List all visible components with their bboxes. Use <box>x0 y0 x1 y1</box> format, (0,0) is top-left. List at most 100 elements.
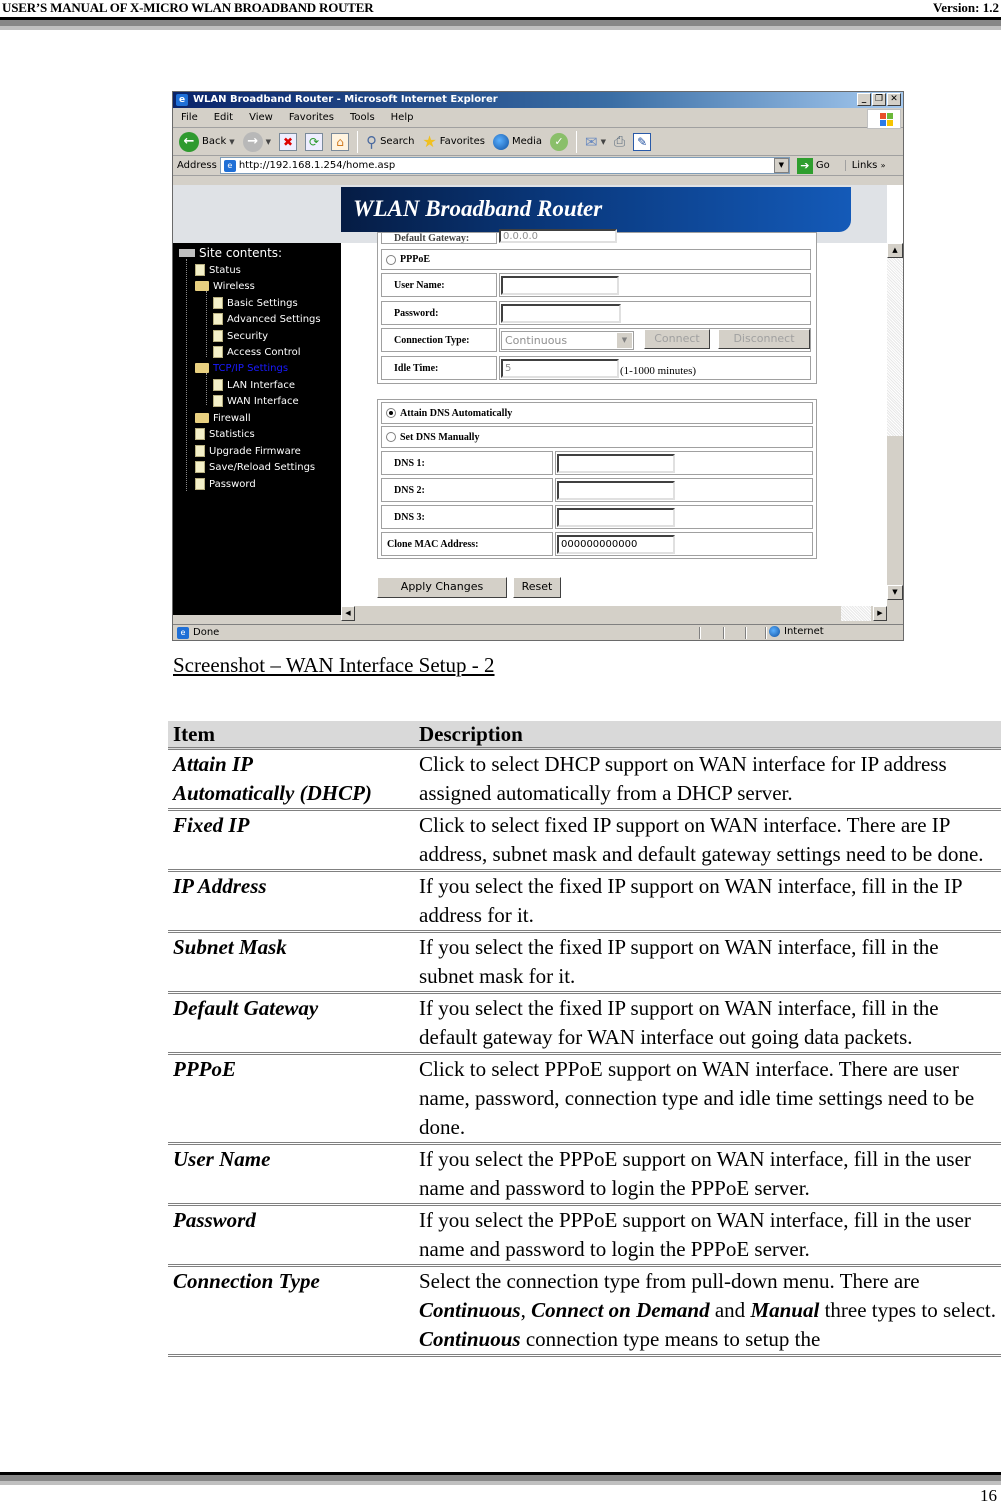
media-button[interactable]: Media <box>491 133 544 150</box>
default-gateway-input[interactable]: 0.0.0.0 <box>499 229 617 243</box>
pppoe-option-row[interactable]: PPPoE <box>381 249 811 270</box>
scrollbar-track[interactable] <box>887 258 903 436</box>
home-button[interactable]: ⌂ <box>329 132 351 151</box>
sidebar-item-label: Upgrade Firmware <box>209 445 301 457</box>
document-icon <box>195 461 205 473</box>
sidebar-item-access-control[interactable]: Access Control <box>213 344 301 360</box>
scrollbar-track[interactable] <box>841 606 871 621</box>
sidebar-item-firewall[interactable]: Firewall <box>195 410 251 426</box>
refresh-icon: ⟳ <box>305 132 324 151</box>
status-pane <box>699 627 701 639</box>
document-icon <box>213 330 223 342</box>
dns2-input[interactable] <box>557 481 675 500</box>
dns1-input[interactable] <box>557 454 675 473</box>
sidebar-item-statistics[interactable]: Statistics <box>195 426 255 442</box>
sidebar-item-password[interactable]: Password <box>195 476 256 492</box>
table-row: IP Address If you select the fixed IP su… <box>168 872 1001 933</box>
document-icon <box>213 313 223 325</box>
manual-title: USER’S MANUAL OF X-MICRO WLAN BROADBAND … <box>2 0 374 15</box>
scroll-right-button[interactable]: ▶ <box>873 606 887 621</box>
sidebar-item-lan-interface[interactable]: LAN Interface <box>213 377 295 393</box>
table-row: Subnet Mask If you select the fixed IP s… <box>168 933 1001 994</box>
dns3-input[interactable] <box>557 508 675 527</box>
edit-button[interactable]: ✎ <box>631 132 653 151</box>
sidebar-item-basic-settings[interactable]: Basic Settings <box>213 295 298 311</box>
favorites-label: Favorites <box>439 136 485 147</box>
globe-icon <box>769 626 780 637</box>
ie-app-icon: e <box>176 94 188 106</box>
forward-arrow-icon: → <box>242 131 263 152</box>
password-input[interactable] <box>501 304 621 323</box>
sidebar-item-wan-interface[interactable]: WAN Interface <box>213 393 299 409</box>
idle-time-input[interactable]: 5 <box>501 359 619 378</box>
menu-favorites[interactable]: Favorites <box>289 112 334 123</box>
disconnect-button[interactable]: Disconnect <box>718 329 810 349</box>
window-title: WLAN Broadband Router - Microsoft Intern… <box>193 94 498 105</box>
sidebar-item-upgrade-firmware[interactable]: Upgrade Firmware <box>195 443 301 459</box>
address-value: http://192.168.1.254/home.asp <box>238 160 396 171</box>
table-row: Attain IP Automatically (DHCP) Click to s… <box>168 750 1001 811</box>
restore-button[interactable]: ❐ <box>872 93 886 106</box>
address-dropdown-button[interactable]: ▼ <box>773 158 789 173</box>
menu-help[interactable]: Help <box>391 112 414 123</box>
sidebar-item-security[interactable]: Security <box>213 328 268 344</box>
menu-file[interactable]: File <box>181 112 198 123</box>
close-button[interactable]: ✕ <box>887 93 901 106</box>
address-input[interactable]: e http://192.168.1.254/home.asp ▼ <box>219 157 790 174</box>
user-name-input[interactable] <box>501 276 619 295</box>
scroll-down-button[interactable]: ▼ <box>887 585 903 600</box>
scroll-left-button[interactable]: ◀ <box>341 606 355 621</box>
row-description: Select the connection type from pull-dow… <box>419 1267 1001 1354</box>
attain-dns-radio[interactable] <box>386 408 396 418</box>
connect-button[interactable]: Connect <box>644 329 710 349</box>
favorites-button[interactable]: ★ Favorites <box>420 132 487 151</box>
menu-edit[interactable]: Edit <box>214 112 233 123</box>
minimize-button[interactable]: _ <box>857 93 871 106</box>
table-row: PPPoE Click to select PPPoE support on W… <box>168 1055 1001 1145</box>
go-button[interactable]: ➔ Go <box>793 157 834 174</box>
sidebar-item-save-reload-settings[interactable]: Save/Reload Settings <box>195 459 315 475</box>
reset-button[interactable]: Reset <box>513 577 561 598</box>
menu-tools[interactable]: Tools <box>350 112 375 123</box>
apply-changes-button[interactable]: Apply Changes <box>377 577 507 598</box>
attain-dns-row[interactable]: Attain DNS Automatically <box>381 402 813 424</box>
toolbar-separator <box>575 130 577 153</box>
tree-root-label: Site contents: <box>199 246 283 260</box>
security-zone: Internet <box>769 626 824 637</box>
sidebar-item-wireless[interactable]: Wireless <box>195 278 255 294</box>
back-button[interactable]: ← Back ▼ <box>177 131 237 152</box>
horizontal-scrollbar[interactable]: ◀ ▶ <box>341 606 887 621</box>
sidebar-item-advanced-settings[interactable]: Advanced Settings <box>213 311 321 327</box>
print-button[interactable]: ⎙ <box>612 134 627 150</box>
mail-button[interactable]: ✉ ▼ <box>583 133 608 151</box>
scroll-up-button[interactable]: ▲ <box>887 243 903 258</box>
menu-view[interactable]: View <box>249 112 273 123</box>
tree-connector <box>186 259 187 491</box>
address-label: Address <box>177 160 217 171</box>
status-text: Done <box>193 627 220 638</box>
pppoe-radio[interactable] <box>386 254 396 265</box>
sidebar-item-tcpip-settings[interactable]: TCP/IP Settings <box>195 360 288 376</box>
row-description: If you select the fixed IP support on WA… <box>419 996 939 1049</box>
sidebar-item-status[interactable]: Status <box>195 262 241 278</box>
history-button[interactable]: ✓ <box>548 132 570 151</box>
tree-connector <box>206 291 207 357</box>
back-arrow-icon: ← <box>179 131 199 152</box>
refresh-button[interactable]: ⟳ <box>303 132 325 151</box>
search-button[interactable]: ⚲ Search <box>364 133 416 151</box>
clone-mac-input[interactable]: 000000000000 <box>557 535 675 554</box>
set-dns-radio[interactable] <box>386 432 396 442</box>
stop-icon: ✖ <box>279 132 298 151</box>
star-icon: ★ <box>422 132 437 151</box>
connection-type-select[interactable]: Continuous ▼ <box>501 331 634 350</box>
stop-button[interactable]: ✖ <box>277 132 299 151</box>
zone-text: Internet <box>784 626 824 637</box>
desc-text: and <box>709 1298 751 1322</box>
vertical-scrollbar[interactable]: ▲ ▼ <box>887 243 903 615</box>
dropdown-arrow-icon: ▼ <box>229 137 235 146</box>
links-button[interactable]: Links » <box>844 160 886 171</box>
forward-button[interactable]: → ▼ <box>241 131 273 152</box>
footer-rule-light <box>0 1481 1001 1485</box>
set-dns-row[interactable]: Set DNS Manually <box>381 426 813 448</box>
row-item: Attain IP Automatically (DHCP) <box>173 750 413 808</box>
